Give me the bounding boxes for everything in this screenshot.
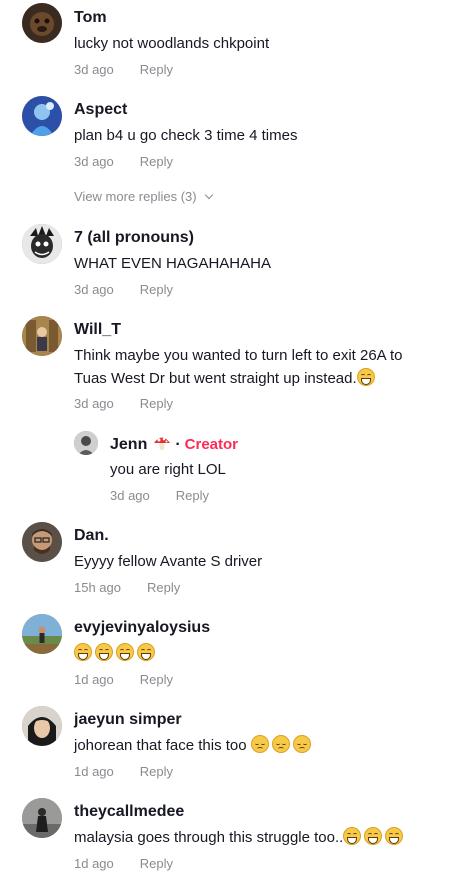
comment-meta: 3d ago Reply — [74, 281, 173, 299]
comment-meta: 3d ago Reply — [110, 487, 209, 505]
comment-author[interactable]: theycallmedee — [74, 802, 184, 822]
comment-author[interactable]: Jenn — [110, 436, 147, 453]
comment-meta: 1d ago Reply — [74, 671, 173, 689]
reply-button[interactable]: Reply — [140, 856, 173, 871]
comment-text-content: malaysia goes through this struggle too.… — [74, 829, 344, 846]
comment-author[interactable]: jaeyun simper — [74, 710, 182, 730]
avatar[interactable] — [22, 522, 62, 562]
comment-text — [74, 642, 434, 665]
view-more-replies-button[interactable]: View more replies (3) — [74, 188, 213, 206]
comment-text: johorean that face this too — [74, 734, 434, 757]
reply-button[interactable]: Reply — [140, 396, 173, 411]
comment-meta: 3d ago Reply — [74, 153, 173, 171]
mushroom-icon — [153, 434, 171, 458]
view-more-label: View more replies (3) — [74, 189, 197, 204]
comment-time: 3d ago — [74, 282, 114, 297]
grinning-emoji-icon — [95, 643, 113, 661]
reply-author-row: Jenn · Creator — [110, 434, 238, 458]
comment-meta: 1d ago Reply — [74, 855, 173, 873]
comment-author[interactable]: Dan. — [74, 526, 109, 546]
comment-time: 1d ago — [74, 672, 114, 687]
reply-button[interactable]: Reply — [176, 488, 209, 503]
comment-time: 1d ago — [74, 764, 114, 779]
comment-text: WHAT EVEN HAGAHAHAHA — [74, 255, 271, 272]
grinning-emoji-icon — [385, 827, 404, 845]
reply-button[interactable]: Reply — [140, 764, 173, 779]
comment-author[interactable]: Tom — [74, 8, 107, 28]
pensive-emoji-icon — [271, 735, 290, 753]
avatar[interactable] — [22, 798, 62, 838]
comment-time: 1d ago — [74, 856, 114, 871]
grinning-emoji-icon — [137, 643, 155, 661]
comment-time: 3d ago — [74, 62, 114, 77]
grinning-emoji-icon — [356, 368, 375, 386]
grinning-emoji-icon — [74, 643, 92, 661]
comment-time: 3d ago — [74, 154, 114, 169]
comment-text-content: Think maybe you wanted to turn left to e… — [74, 347, 403, 387]
comment-time: 3d ago — [110, 488, 150, 503]
comment-author[interactable]: evyjevinyaloysius — [74, 618, 210, 638]
comment-author[interactable]: 7 (all pronouns) — [74, 228, 194, 248]
grinning-emoji-icon — [364, 827, 383, 845]
avatar[interactable] — [22, 614, 62, 654]
reply-button[interactable]: Reply — [140, 672, 173, 687]
comment-meta: 3d ago Reply — [74, 395, 173, 413]
grinning-emoji-icon — [343, 827, 362, 845]
chevron-down-icon — [204, 190, 213, 200]
comment-meta: 15h ago Reply — [74, 579, 180, 597]
avatar[interactable] — [22, 706, 62, 746]
badge-separator: · — [175, 436, 181, 453]
comment-text-content: johorean that face this too — [74, 737, 247, 754]
comment-text: malaysia goes through this struggle too.… — [74, 826, 434, 849]
avatar[interactable] — [22, 96, 62, 136]
comment-text: plan b4 u go check 3 time 4 times — [74, 127, 298, 144]
avatar[interactable] — [22, 224, 62, 264]
avatar[interactable] — [74, 431, 98, 455]
comment-author[interactable]: Aspect — [74, 100, 127, 120]
pensive-emoji-icon — [250, 735, 269, 753]
avatar[interactable] — [22, 316, 62, 356]
pensive-emoji-icon — [292, 735, 311, 753]
reply-button[interactable]: Reply — [140, 62, 173, 77]
comment-meta: 3d ago Reply — [74, 61, 173, 79]
comment-time: 15h ago — [74, 580, 121, 595]
avatar[interactable] — [22, 3, 62, 43]
comment-author[interactable]: Will_T — [74, 320, 121, 340]
comment-time: 3d ago — [74, 396, 114, 411]
comment-meta: 1d ago Reply — [74, 763, 173, 781]
comment-text: Think maybe you wanted to turn left to e… — [74, 344, 439, 390]
reply-button[interactable]: Reply — [147, 580, 180, 595]
reply-button[interactable]: Reply — [140, 282, 173, 297]
grinning-emoji-icon — [116, 643, 134, 661]
comment-text: lucky not woodlands chkpoint — [74, 35, 270, 52]
creator-badge: Creator — [184, 436, 239, 453]
reply-button[interactable]: Reply — [140, 154, 173, 169]
comment-text: Eyyyy fellow Avante S driver — [74, 553, 263, 570]
comment-text: you are right LOL — [110, 461, 226, 478]
